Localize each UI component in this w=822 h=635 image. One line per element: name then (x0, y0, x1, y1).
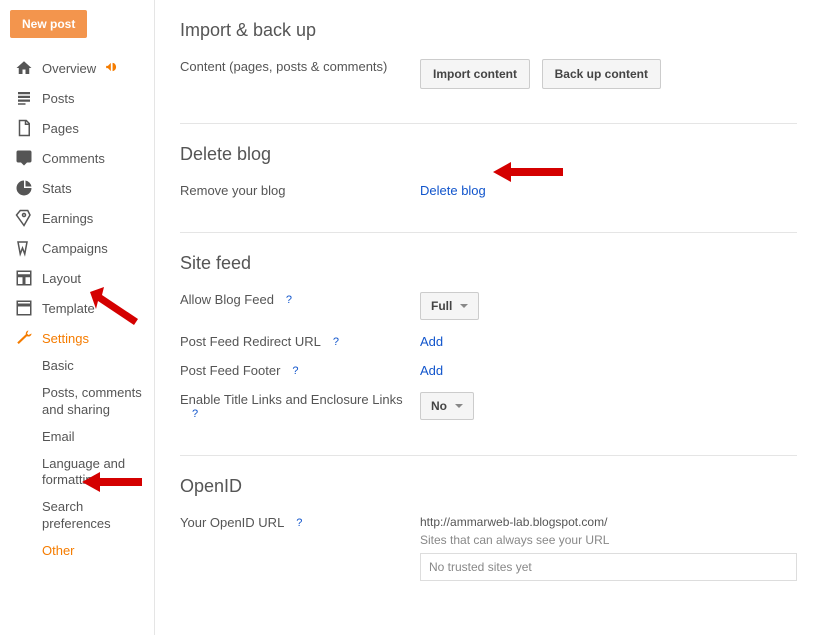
sidebar-item-label: Pages (42, 121, 79, 136)
delete-label: Remove your blog (180, 183, 420, 198)
sub-item-posts-comments[interactable]: Posts, comments and sharing (38, 380, 154, 424)
layout-icon (14, 268, 34, 288)
sidebar-item-stats[interactable]: Stats (10, 173, 154, 203)
sub-item-basic[interactable]: Basic (38, 353, 154, 380)
site-feed-section: Site feed Allow Blog Feed ? Full Post Fe… (180, 253, 797, 456)
comments-icon (14, 148, 34, 168)
sidebar-item-label: Template (42, 301, 95, 316)
enclosure-label: Enable Title Links and Enclosure Links (180, 392, 403, 407)
help-icon[interactable]: ? (188, 407, 202, 421)
sidebar-item-label: Campaigns (42, 241, 108, 256)
posts-icon (14, 88, 34, 108)
new-post-button[interactable]: New post (10, 10, 87, 38)
import-backup-section: Import & back up Content (pages, posts &… (180, 20, 797, 124)
sidebar-item-label: Earnings (42, 211, 93, 226)
import-content-button[interactable]: Import content (420, 59, 530, 89)
allow-feed-label: Allow Blog Feed (180, 292, 274, 307)
sidebar-item-layout[interactable]: Layout (10, 263, 154, 293)
help-icon[interactable]: ? (282, 293, 296, 307)
sub-item-email[interactable]: Email (38, 424, 154, 451)
sidebar-item-label: Comments (42, 151, 105, 166)
sidebar-item-label: Overview (42, 61, 96, 76)
sub-item-other[interactable]: Other (38, 538, 154, 565)
stats-icon (14, 178, 34, 198)
openid-section: OpenID Your OpenID URL ? http://ammarweb… (180, 476, 797, 615)
openid-sites-label: Sites that can always see your URL (420, 533, 797, 547)
delete-blog-link[interactable]: Delete blog (420, 183, 486, 198)
footer-label: Post Feed Footer (180, 363, 280, 378)
delete-blog-section: Delete blog Remove your blog Delete blog (180, 144, 797, 233)
home-icon (14, 58, 34, 78)
sitefeed-title: Site feed (180, 253, 797, 274)
sidebar-item-label: Layout (42, 271, 81, 286)
sidebar-item-label: Stats (42, 181, 72, 196)
megaphone-icon (104, 60, 120, 77)
earnings-icon (14, 208, 34, 228)
backup-content-button[interactable]: Back up content (542, 59, 661, 89)
openid-url-label: Your OpenID URL (180, 515, 284, 530)
sidebar-item-overview[interactable]: Overview (10, 53, 154, 83)
enclosure-dropdown[interactable]: No (420, 392, 474, 420)
sidebar-item-pages[interactable]: Pages (10, 113, 154, 143)
redirect-add-link[interactable]: Add (420, 334, 443, 349)
sub-item-language[interactable]: Language and formatting (38, 451, 154, 495)
sidebar-item-earnings[interactable]: Earnings (10, 203, 154, 233)
help-icon[interactable]: ? (292, 516, 306, 530)
sidebar-item-campaigns[interactable]: Campaigns (10, 233, 154, 263)
import-label: Content (pages, posts & comments) (180, 59, 420, 74)
sidebar-item-template[interactable]: Template (10, 293, 154, 323)
sidebar-item-label: Posts (42, 91, 75, 106)
sub-item-search-prefs[interactable]: Search preferences (38, 494, 154, 538)
openid-url-value: http://ammarweb-lab.blogspot.com/ (420, 515, 797, 529)
redirect-label: Post Feed Redirect URL (180, 334, 321, 349)
sidebar-item-comments[interactable]: Comments (10, 143, 154, 173)
allow-feed-dropdown[interactable]: Full (420, 292, 479, 320)
help-icon[interactable]: ? (288, 364, 302, 378)
import-title: Import & back up (180, 20, 797, 41)
openid-trusted-sites: No trusted sites yet (420, 553, 797, 581)
delete-title: Delete blog (180, 144, 797, 165)
template-icon (14, 298, 34, 318)
sidebar-item-settings[interactable]: Settings (10, 323, 154, 353)
sidebar-item-posts[interactable]: Posts (10, 83, 154, 113)
pages-icon (14, 118, 34, 138)
campaigns-icon (14, 238, 34, 258)
sidebar-item-label: Settings (42, 331, 89, 346)
help-icon[interactable]: ? (329, 335, 343, 349)
openid-title: OpenID (180, 476, 797, 497)
wrench-icon (14, 328, 34, 348)
footer-add-link[interactable]: Add (420, 363, 443, 378)
